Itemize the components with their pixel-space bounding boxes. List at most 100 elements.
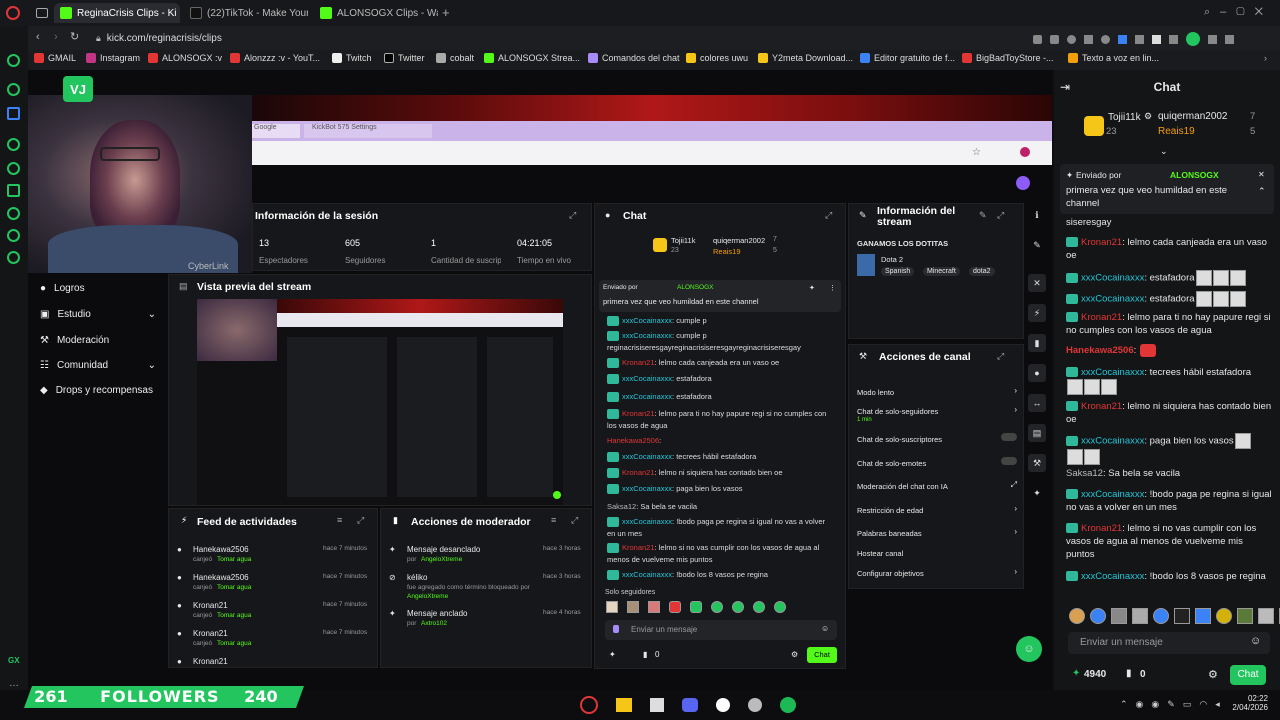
- bookmark-item[interactable]: ALONSOGX Strea...: [484, 53, 580, 63]
- filter-icon[interactable]: ≡: [551, 515, 556, 525]
- emote[interactable]: [648, 601, 660, 613]
- popout-icon[interactable]: ⤢: [997, 210, 1004, 221]
- chat-username[interactable]: xxxCocainaxxx: [622, 452, 672, 461]
- heart-icon[interactable]: [1101, 34, 1110, 44]
- opera-gx-icon[interactable]: [580, 696, 598, 714]
- tab-menu-icon[interactable]: [36, 8, 48, 18]
- chevron-down-icon[interactable]: ⌄: [1160, 146, 1168, 157]
- lightning-icon[interactable]: ⚡︎: [1028, 304, 1046, 322]
- camera-icon[interactable]: [1050, 34, 1059, 44]
- action-emotes-only[interactable]: Chat de solo-emotes: [857, 457, 1017, 469]
- bookmark-item[interactable]: ALONSOGX :v: [148, 53, 222, 63]
- network-icon[interactable]: ▭: [1183, 699, 1192, 710]
- bookmark-item[interactable]: Twitch: [332, 53, 372, 63]
- leader-name[interactable]: Reais19: [1158, 126, 1195, 137]
- emote[interactable]: [732, 601, 744, 613]
- profile-avatar[interactable]: [1186, 32, 1200, 46]
- action-ai-moderation[interactable]: Moderación del chat con IA ⤢: [857, 480, 1017, 492]
- wifi-icon[interactable]: ◠: [1199, 699, 1207, 710]
- toggle-switch[interactable]: [1001, 433, 1017, 441]
- bookmark-item[interactable]: BigBadToyStore -...: [962, 53, 1054, 63]
- chat-username[interactable]: Saksa12: [607, 502, 636, 511]
- folder-icon[interactable]: [616, 698, 632, 712]
- bookmark-item[interactable]: Instagram: [86, 53, 140, 63]
- chat-username[interactable]: Kronan21: [1081, 401, 1122, 412]
- chat-username[interactable]: Hanekawa2506: [1066, 345, 1134, 356]
- bookmark-item[interactable]: Twitter: [384, 53, 425, 63]
- emote[interactable]: [669, 601, 681, 613]
- back-icon[interactable]: ‹: [36, 31, 40, 43]
- emote[interactable]: [1174, 608, 1190, 624]
- chat-username[interactable]: Hanekawa2506: [607, 436, 659, 445]
- pin-icon[interactable]: ✦: [809, 284, 815, 292]
- volume-icon[interactable]: [1135, 34, 1144, 44]
- unpin-icon[interactable]: ✕: [1258, 170, 1265, 179]
- obs-icon[interactable]: [716, 698, 730, 712]
- chat-username[interactable]: xxxCocainaxxx: [622, 517, 672, 526]
- shield-icon[interactable]: [1067, 34, 1076, 44]
- emote[interactable]: [1237, 608, 1253, 624]
- popout-icon[interactable]: ⤢: [825, 210, 832, 221]
- emote[interactable]: [711, 601, 723, 613]
- bookmark-item[interactable]: cobalt: [436, 53, 474, 63]
- spotify-icon[interactable]: [7, 138, 20, 151]
- emote[interactable]: [1090, 608, 1106, 624]
- reload-icon[interactable]: ↻: [70, 30, 79, 43]
- sidebar-item-drops[interactable]: ◆ Drops y recompensas: [40, 385, 153, 396]
- tab-reginacrisis-clips[interactable]: ReginaCrisis Clips - Ki ✕: [54, 3, 180, 23]
- star-icon[interactable]: ☆: [972, 147, 981, 158]
- emote[interactable]: [1111, 608, 1127, 624]
- download-icon[interactable]: [1208, 34, 1217, 44]
- clock[interactable]: 02:22 2/04/2026: [1232, 694, 1268, 712]
- menu-icon[interactable]: [1225, 34, 1234, 44]
- bookmark-item[interactable]: Editor gratuito de f...: [860, 53, 955, 63]
- profile-avatar[interactable]: [1020, 147, 1030, 157]
- chat-input[interactable]: Enviar un mensaje ☺: [1068, 632, 1270, 654]
- chat-username[interactable]: Kronan21: [1081, 237, 1122, 248]
- puzzle-icon[interactable]: ✦: [1028, 484, 1046, 502]
- sidebar-item-estudio[interactable]: ▣ Estudio ⌄: [40, 309, 156, 320]
- tray-icon[interactable]: ✎: [1167, 699, 1175, 710]
- popout-icon[interactable]: ⤢: [997, 351, 1004, 362]
- emote[interactable]: [753, 601, 765, 613]
- gear-icon[interactable]: ⚙: [791, 650, 798, 659]
- bookmark-item[interactable]: colores uwu: [686, 53, 748, 63]
- chat-bubble-icon[interactable]: ●: [1028, 364, 1046, 382]
- new-tab-icon[interactable]: +: [442, 5, 450, 20]
- chat-username[interactable]: xxxCocainaxxx: [622, 331, 672, 340]
- bookmark-item[interactable]: Y2meta Download...: [758, 53, 853, 63]
- emote[interactable]: [774, 601, 786, 613]
- chat-username[interactable]: Kronan21: [1081, 523, 1122, 534]
- spotify-icon[interactable]: [780, 697, 796, 713]
- emoji-icon[interactable]: ☺: [821, 624, 829, 633]
- action-slow-mode[interactable]: Modo lento ›: [857, 386, 1017, 398]
- volume-icon[interactable]: ◂: [1215, 699, 1220, 710]
- chat-username[interactable]: xxxCocainaxxx: [1081, 273, 1144, 284]
- music-icon[interactable]: [7, 162, 20, 175]
- stream-tag[interactable]: Spanish: [881, 267, 915, 276]
- emote[interactable]: [1132, 608, 1148, 624]
- steam-icon[interactable]: [748, 698, 762, 712]
- more-icon[interactable]: …: [9, 678, 19, 689]
- inner-chat-input[interactable]: Enviar un mensaje ☺: [605, 620, 837, 640]
- action-host[interactable]: Hostear canal: [857, 547, 1017, 559]
- forward-icon[interactable]: ›: [54, 31, 58, 43]
- leader-name[interactable]: Tojii11k: [1108, 112, 1141, 123]
- trash-icon[interactable]: ▮: [1028, 334, 1046, 352]
- support-button[interactable]: ☺: [1016, 636, 1042, 662]
- filter-icon[interactable]: ≡: [337, 515, 342, 525]
- sidebar-item-moderacion[interactable]: ⚒ Moderación: [40, 335, 109, 346]
- emote[interactable]: [690, 601, 702, 613]
- puzzle-icon[interactable]: [1169, 34, 1178, 44]
- tray-icon[interactable]: ◉: [1151, 699, 1159, 710]
- chat-username[interactable]: xxxCocainaxxx: [622, 570, 672, 579]
- extension-icon[interactable]: [1152, 34, 1161, 44]
- action-subs-only[interactable]: Chat de solo-suscriptores: [857, 433, 1017, 445]
- hammer-icon[interactable]: ⚒: [1028, 454, 1046, 472]
- epic-icon[interactable]: [650, 698, 664, 712]
- chat-username[interactable]: Saksa12: [1066, 468, 1103, 479]
- clock-icon[interactable]: [7, 207, 20, 220]
- action-banned-words[interactable]: Palabras baneadas ›: [857, 527, 1017, 539]
- chat-username[interactable]: Kronan21: [622, 543, 655, 552]
- bookmark-item[interactable]: Alonzzz :v - YouT...: [230, 53, 320, 63]
